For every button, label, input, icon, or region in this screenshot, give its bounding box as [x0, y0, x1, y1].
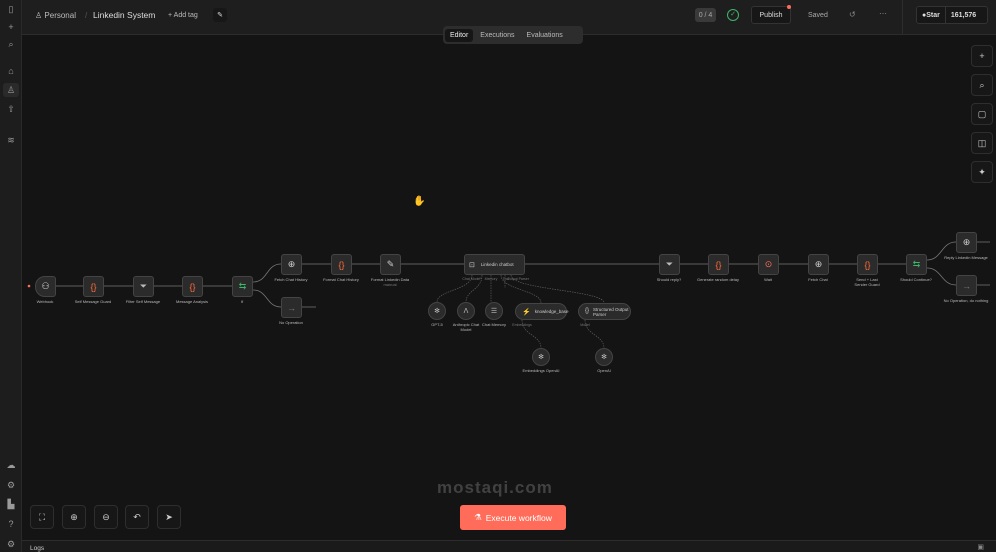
- undo-button[interactable]: ↶: [125, 505, 149, 529]
- handle-label: Model: [580, 323, 590, 327]
- node-should-reply[interactable]: ⏷: [659, 254, 680, 275]
- node-knowledge-base[interactable]: ⚡ knowledge_base: [515, 303, 569, 320]
- node-chat-memory[interactable]: ☰: [485, 302, 503, 320]
- database-icon: ☰: [490, 308, 498, 315]
- node-reply-linkedin-message[interactable]: ⊕: [956, 232, 977, 253]
- node-openai[interactable]: ✻: [595, 348, 613, 366]
- arrow-right-icon: →: [287, 302, 296, 313]
- node-format-linkedin-data[interactable]: ✎: [380, 254, 401, 275]
- node-linkedin-chatbot[interactable]: ⊡ Linkedin chatbot: [464, 254, 525, 275]
- node-label: Reply Linkedin Message: [944, 255, 988, 260]
- code-icon: {}: [864, 259, 871, 270]
- vector-store-icon: ⚡: [522, 308, 531, 316]
- signpost-icon: ⇆: [238, 281, 247, 291]
- handle-label: Output Parser: [507, 277, 529, 281]
- node-subtitle: manual: [383, 282, 397, 287]
- node-format-chat-history[interactable]: {}: [331, 254, 352, 275]
- zoom-out-button[interactable]: ⊖: [94, 505, 118, 529]
- handle-label: Chat Model*: [462, 277, 482, 281]
- node-no-operation[interactable]: →: [281, 297, 302, 318]
- node-label: No Operation, do nothing: [943, 298, 989, 303]
- trigger-dot: [27, 284, 31, 288]
- handle-label: Embeddings: [512, 323, 532, 327]
- node-label: If: [240, 299, 244, 304]
- node-self-message-guard[interactable]: {}: [83, 276, 104, 297]
- agent-label: Linkedin chatbot: [480, 262, 514, 267]
- zoom-in-button[interactable]: ⊕: [62, 505, 86, 529]
- openai-icon: ✻: [434, 308, 440, 315]
- node-fetch-chat[interactable]: ⊕: [808, 254, 829, 275]
- filter-icon: ⏷: [139, 281, 148, 291]
- logs-panel[interactable]: Logs ▣: [22, 540, 996, 552]
- node-label: Send + Last Sender Guard: [854, 277, 880, 287]
- openai-icon: ✻: [538, 354, 544, 361]
- node-label: Should Continue?: [900, 277, 932, 282]
- node-label: OpenAI: [597, 368, 611, 373]
- logs-label: Logs: [30, 545, 45, 552]
- logs-popout-icon[interactable]: ▣: [977, 543, 984, 551]
- node-generate-random-delay[interactable]: {}: [708, 254, 729, 275]
- robot-icon: ⊡: [469, 261, 475, 269]
- flask-icon: ⚗: [474, 512, 482, 522]
- globe-icon: ⊕: [287, 259, 296, 269]
- node-anthropic[interactable]: Λ: [457, 302, 475, 320]
- execute-workflow-button[interactable]: ⚗ Execute workflow: [460, 505, 566, 530]
- node-message-analysis[interactable]: {}: [182, 276, 203, 297]
- node-label: Fetch Chat: [808, 277, 828, 282]
- arrow-right-icon: →: [962, 280, 971, 291]
- node-no-operation-do-nothing[interactable]: →: [956, 275, 977, 296]
- anthropic-icon: Λ: [463, 307, 469, 315]
- code-icon: {}: [90, 281, 97, 292]
- node-wait[interactable]: ⊙: [758, 254, 779, 275]
- node-fetch-chat-history[interactable]: ⊕: [281, 254, 302, 275]
- node-label: Embeddings OpenAI: [522, 368, 560, 373]
- webhook-icon: ⚇: [41, 281, 50, 291]
- code-icon: {}: [338, 259, 345, 270]
- globe-icon: ⊕: [962, 237, 971, 247]
- node-gpt5[interactable]: ✻: [428, 302, 446, 320]
- node-structured-output-parser[interactable]: {} Structured Output Parser: [578, 303, 631, 320]
- braces-icon: {}: [585, 308, 590, 314]
- node-filter-self-message[interactable]: ⏷: [133, 276, 154, 297]
- pause-icon: ⊙: [764, 259, 773, 269]
- node-embeddings-openai[interactable]: ✻: [532, 348, 550, 366]
- node-send-last-sender-guard[interactable]: {}: [857, 254, 878, 275]
- code-icon: {}: [189, 281, 196, 292]
- signpost-icon: ⇆: [912, 259, 921, 269]
- node-should-continue[interactable]: ⇆: [906, 254, 927, 275]
- filter-icon: ⏷: [665, 259, 674, 269]
- pencil-icon: ✎: [386, 259, 395, 269]
- watermark: mostaqi.com: [437, 478, 553, 497]
- node-label: knowledge_base: [534, 309, 569, 314]
- fit-view-button[interactable]: ⛶: [30, 505, 54, 529]
- openai-icon: ✻: [601, 354, 607, 361]
- handle-label: Memory: [484, 277, 498, 281]
- globe-icon: ⊕: [814, 259, 823, 269]
- code-icon: {}: [715, 259, 722, 270]
- execute-label: Execute workflow: [485, 512, 552, 523]
- node-if[interactable]: ⇆: [232, 276, 253, 297]
- tidy-up-button[interactable]: ➤: [157, 505, 181, 529]
- node-label: No Operation: [279, 320, 303, 325]
- node-webhook[interactable]: ⚇: [35, 276, 56, 297]
- node-label: Structured Output Parser: [593, 306, 629, 317]
